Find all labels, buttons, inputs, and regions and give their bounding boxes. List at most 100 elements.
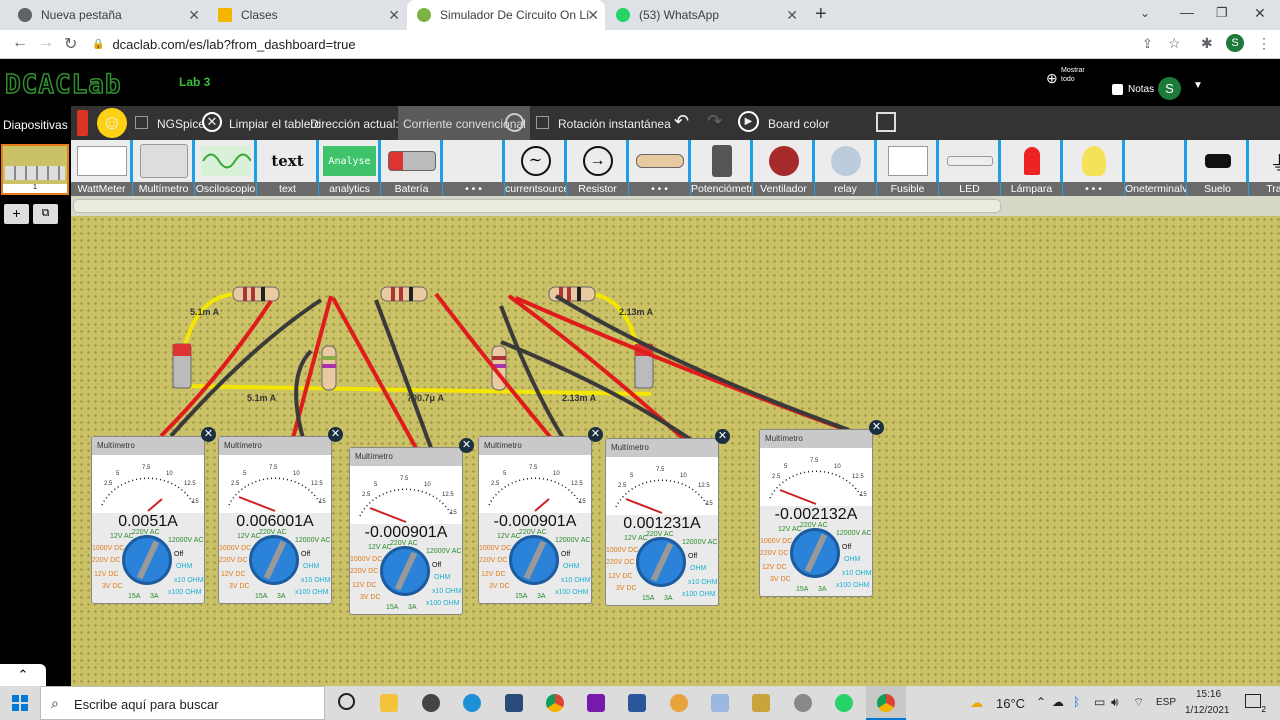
smiley-icon[interactable]: ☺	[97, 108, 127, 138]
close-icon[interactable]: ✕	[587, 7, 599, 24]
clock-date[interactable]: 1/12/2021	[1185, 705, 1230, 716]
notes-checkbox[interactable]	[1112, 84, 1123, 95]
extensions-icon[interactable]: ✱	[1201, 35, 1213, 52]
close-icon[interactable]: ✕	[201, 427, 216, 442]
close-window-icon[interactable]: ✕	[1254, 5, 1266, 22]
back-icon[interactable]: ←	[12, 34, 28, 52]
resistor[interactable]	[321, 345, 337, 391]
multimeter[interactable]: Multímetro ✕ 0.006001A 2.5 5 7.5 10 12.5 15 12V A…	[218, 427, 343, 604]
palette-item-relay[interactable]: relay	[815, 140, 876, 196]
weather-icon[interactable]: ☁	[970, 695, 983, 711]
add-slide-button[interactable]: +	[4, 204, 29, 224]
cortana-icon[interactable]	[338, 693, 355, 710]
multimeter[interactable]: Multímetro ✕ -0.000901A 2.5 5 7.5 10 12.5 15 12V …	[478, 427, 603, 604]
palette-item-more-1[interactable]: • • •	[443, 140, 504, 196]
close-icon[interactable]: ✕	[786, 7, 798, 24]
language-indicator[interactable]: ESP	[1156, 697, 1176, 708]
redo-icon[interactable]: ↷	[707, 111, 722, 132]
palette-item-fan[interactable]: Ventilador	[753, 140, 814, 196]
file-explorer-icon[interactable]	[380, 694, 398, 712]
palette-item-battery[interactable]: Batería	[381, 140, 442, 196]
resistor[interactable]	[380, 286, 428, 302]
resistor[interactable]	[548, 286, 596, 302]
browser-profile-avatar[interactable]: S	[1226, 34, 1244, 52]
clear-icon[interactable]: ✕	[202, 112, 222, 132]
app-icon[interactable]	[752, 694, 770, 712]
tab-new-tab[interactable]: Nueva pestaña ✕	[8, 0, 206, 30]
word-icon[interactable]	[628, 694, 646, 712]
clear-board-button[interactable]: Limpiar el tablero	[229, 117, 321, 131]
temperature[interactable]: 16°C	[996, 696, 1025, 711]
notifications-icon[interactable]: 2	[1245, 694, 1266, 714]
share-icon[interactable]: ⇪	[1142, 36, 1153, 52]
close-icon[interactable]: ✕	[188, 7, 200, 24]
dcaclab-logo[interactable]: DCACLab	[4, 69, 122, 101]
app-icon[interactable]	[711, 694, 729, 712]
minimize-icon[interactable]: —	[1180, 4, 1194, 20]
multimeter[interactable]: Multímetro ✕ 0.0051A 2.5 5 7.5 10 12.5 15 12V AC 2…	[91, 427, 216, 604]
palette-scroll-thumb[interactable]	[73, 199, 1001, 213]
new-tab-button[interactable]: +	[815, 3, 827, 26]
url-field[interactable]: 🔒 dcaclab.com/es/lab?from_dashboard=true	[92, 33, 1132, 55]
palette-item-currentsource[interactable]: ∼ currentsource	[505, 140, 566, 196]
resistor[interactable]	[232, 286, 280, 302]
copy-slide-button[interactable]: ⧉	[33, 204, 58, 224]
palette-item-led[interactable]: LED	[939, 140, 1000, 196]
range-dial[interactable]	[790, 528, 840, 578]
edge-icon[interactable]	[463, 694, 481, 712]
lab-title[interactable]: Lab 3	[179, 75, 210, 89]
close-icon[interactable]: ✕	[388, 7, 400, 24]
palette-item-more-2[interactable]: • • •	[629, 140, 690, 196]
multimeter[interactable]: Multímetro ✕ -0.002132A 2.5 5 7.5 10 12.5 15 12V …	[759, 420, 884, 597]
palette-item-text[interactable]: text text	[257, 140, 318, 196]
zoom-icon[interactable]: ⊕	[1046, 70, 1058, 87]
palette-item-analytics[interactable]: Analyse analytics	[319, 140, 380, 196]
onedrive-icon[interactable]: ☁	[1052, 695, 1064, 709]
instant-rotation-checkbox[interactable]	[536, 116, 549, 129]
app-icon[interactable]	[422, 694, 440, 712]
palette-item-lamp[interactable]: Lámpara	[1001, 140, 1062, 196]
close-icon[interactable]: ✕	[459, 438, 474, 453]
battery-icon[interactable]: ▭	[1094, 695, 1105, 709]
tab-clases[interactable]: Clases ✕	[208, 0, 406, 30]
palette-item-potentiometer[interactable]: Potenciómetro	[691, 140, 752, 196]
taskbar-search[interactable]: ⌕ Escribe aquí para buscar	[40, 686, 325, 720]
reload-icon[interactable]: ↻	[64, 34, 77, 54]
range-dial[interactable]	[636, 537, 686, 587]
maximize-icon[interactable]: ❐	[1216, 5, 1228, 21]
browser-menu-icon[interactable]: ⋮	[1257, 35, 1271, 52]
tab-whatsapp[interactable]: (53) WhatsApp ✕	[606, 0, 804, 30]
board-color-button[interactable]: Board color	[768, 117, 829, 131]
direction-select[interactable]: Corriente convencional	[398, 106, 530, 140]
app-icon[interactable]	[505, 694, 523, 712]
close-icon[interactable]: ✕	[869, 420, 884, 435]
palette-item-transformer[interactable]: ⏚ Trans	[1249, 140, 1280, 196]
range-dial[interactable]	[122, 535, 172, 585]
settings-icon[interactable]	[794, 694, 812, 712]
battery[interactable]	[172, 343, 192, 389]
collapse-up-icon[interactable]: ⌃	[0, 664, 46, 686]
palette-item-fuse[interactable]: Fusible	[877, 140, 938, 196]
close-icon[interactable]: ✕	[715, 429, 730, 444]
power-switch-icon[interactable]	[77, 110, 88, 136]
palette-item-more-3[interactable]: • • •	[1063, 140, 1124, 196]
volume-icon[interactable]: 🔊︎	[1111, 695, 1119, 710]
palette-item-oneterminal[interactable]: Oneterminalvo	[1125, 140, 1186, 196]
ngspice-checkbox[interactable]	[135, 116, 148, 129]
tab-search-icon[interactable]: ⌄	[1140, 6, 1150, 20]
palette-item-ground[interactable]: Suelo	[1187, 140, 1248, 196]
close-icon[interactable]: ✕	[328, 427, 343, 442]
wifi-icon[interactable]: ⌔	[1133, 695, 1144, 710]
palette-item-oscilloscope[interactable]: Osciloscopio	[195, 140, 256, 196]
bookmark-star-icon[interactable]: ☆	[1168, 35, 1181, 52]
clock-time[interactable]: 15:16	[1196, 689, 1221, 700]
onenote-icon[interactable]	[587, 694, 605, 712]
whatsapp-icon[interactable]	[835, 694, 853, 712]
board-color-play-icon[interactable]: ▶	[738, 111, 759, 132]
tray-chevron-icon[interactable]: ⌃	[1036, 695, 1046, 709]
multimeter[interactable]: Multímetro ✕ 0.001231A 2.5 5 7.5 10 12.5 15 12V A…	[605, 429, 730, 606]
tab-simulador[interactable]: Simulador De Circuito On Línea | ✕	[407, 0, 605, 30]
palette-item-wattmeter[interactable]: WattMeter	[71, 140, 132, 196]
chrome-active-taskbar[interactable]	[866, 686, 906, 720]
slide-thumbnail[interactable]: 1	[1, 144, 69, 195]
